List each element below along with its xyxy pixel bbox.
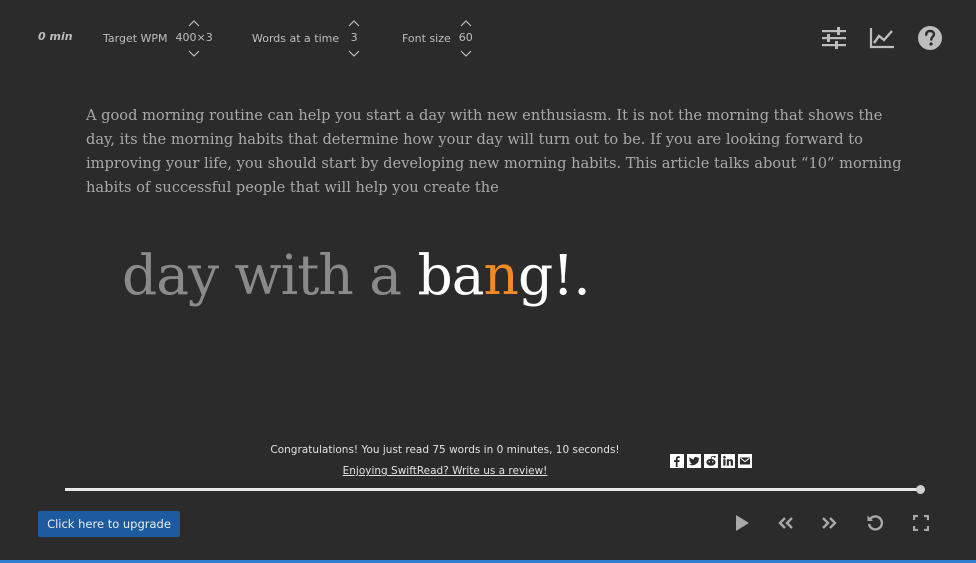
font-size-control: Font size 60 [402,0,473,76]
congrats-message: Congratulations! You just read 75 words … [270,444,620,456]
play-icon[interactable] [730,512,754,534]
font-size-label: Font size [402,31,451,45]
restart-icon[interactable] [863,512,887,534]
fast-forward-icon[interactable] [817,512,841,534]
share-icons [670,454,752,468]
progress-track[interactable] [65,488,920,491]
words-increase-icon[interactable] [347,18,361,28]
time-elapsed: 0 min [38,30,73,43]
font-size-decrease-icon[interactable] [459,48,473,58]
focus-pivot-letter: n [483,243,519,307]
wpm-value[interactable]: 400×3 [176,28,213,48]
words-decrease-icon[interactable] [347,48,361,58]
wpm-increase-icon[interactable] [187,18,201,28]
focus-words: day with a bang!. [122,230,591,320]
focus-word-start: ba [417,243,485,307]
rewind-icon[interactable] [774,512,798,534]
email-icon[interactable] [738,454,752,468]
facebook-icon[interactable] [670,454,684,468]
fullscreen-icon[interactable] [909,512,933,534]
twitter-icon[interactable] [687,454,701,468]
help-icon[interactable] [916,24,944,52]
upgrade-button[interactable]: Click here to upgrade [38,511,180,537]
progress-fill [65,488,920,491]
stats-chart-icon[interactable] [868,24,896,52]
settings-sliders-icon[interactable] [820,24,848,52]
focus-context: day with a [122,243,418,307]
font-size-increase-icon[interactable] [459,18,473,28]
font-size-value[interactable]: 60 [459,28,473,48]
focus-word-end: g!. [517,243,591,307]
review-link[interactable]: Enjoying SwiftRead? Write us a review! [200,465,690,477]
words-at-a-time-control: Words at a time 3 [252,0,361,76]
words-at-a-time-value[interactable]: 3 [351,28,358,48]
words-at-a-time-label: Words at a time [252,31,340,45]
linkedin-icon[interactable] [721,454,735,468]
reading-passage: A good morning routine can help you star… [86,107,902,196]
wpm-decrease-icon[interactable] [187,48,201,58]
reddit-icon[interactable] [704,454,718,468]
wpm-control: Target WPM 400×3 [103,0,213,76]
progress-handle[interactable] [916,485,925,494]
wpm-label: Target WPM [103,31,168,45]
